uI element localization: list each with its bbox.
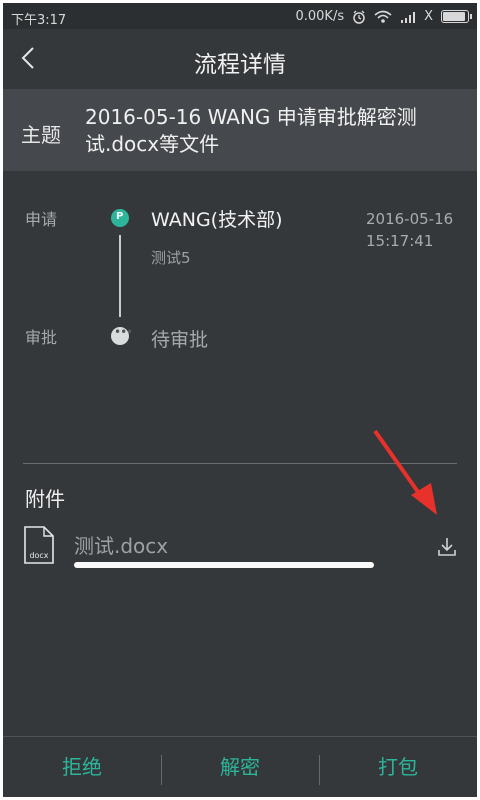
download-progress-fill <box>74 562 374 568</box>
net-speed: 0.00K/s <box>295 9 345 24</box>
reject-button[interactable]: 拒绝 <box>3 737 161 797</box>
status-time: 下午3:17 <box>11 13 67 28</box>
wifi-icon <box>374 10 392 23</box>
screen: 下午3:17 0.00K/s X 流程详情 主题 2016-05-16 WANG… <box>3 3 477 797</box>
download-progress-bar <box>74 562 374 568</box>
status-bar: 下午3:17 0.00K/s X <box>3 3 477 29</box>
attachment-file-name[interactable]: 测试.docx <box>74 530 168 559</box>
app-header: 流程详情 <box>3 29 477 89</box>
approval-status: 待审批 <box>151 329 209 351</box>
applicant-name: WANG(技术部) <box>151 209 283 231</box>
docx-icon-text: docx <box>29 551 48 560</box>
docx-file-icon: docx <box>24 526 54 564</box>
pending-icon-dots: ••• <box>114 325 133 339</box>
decrypt-button[interactable]: 解密 <box>161 737 319 797</box>
annotation-arrow-icon <box>373 429 437 515</box>
alarm-icon <box>353 10 365 24</box>
applicant-icon-letter: P <box>116 211 124 222</box>
subject-label: 主题 <box>21 123 61 147</box>
status-icons: 0.00K/s X <box>295 9 472 24</box>
approve-label: 审批 <box>25 328 58 347</box>
subject-row: 主题 2016-05-16 WANG 申请审批解密测试.docx等文件 <box>3 89 477 171</box>
attachments-title: 附件 <box>25 487 65 511</box>
battery-icon <box>441 10 472 23</box>
applicant-icon: P <box>111 209 129 227</box>
applicant-note: 测试5 <box>151 249 191 267</box>
page-title: 流程详情 <box>194 52 286 78</box>
carrier-mark: X <box>424 9 433 24</box>
pending-icon: ••• <box>111 325 133 345</box>
apply-label: 申请 <box>25 210 58 229</box>
subject-text: 2016-05-16 WANG 申请审批解密测试.docx等文件 <box>85 105 417 156</box>
timeline-line <box>119 235 121 317</box>
package-button[interactable]: 打包 <box>319 737 477 797</box>
download-icon[interactable] <box>435 535 459 559</box>
action-bar: 拒绝 解密 打包 <box>3 736 477 797</box>
apply-date: 2016-05-16 <box>366 210 454 228</box>
apply-time: 15:17:41 <box>366 232 434 250</box>
apply-datetime: 2016-05-16 15:17:41 <box>366 208 453 252</box>
signal-icon <box>401 11 416 23</box>
